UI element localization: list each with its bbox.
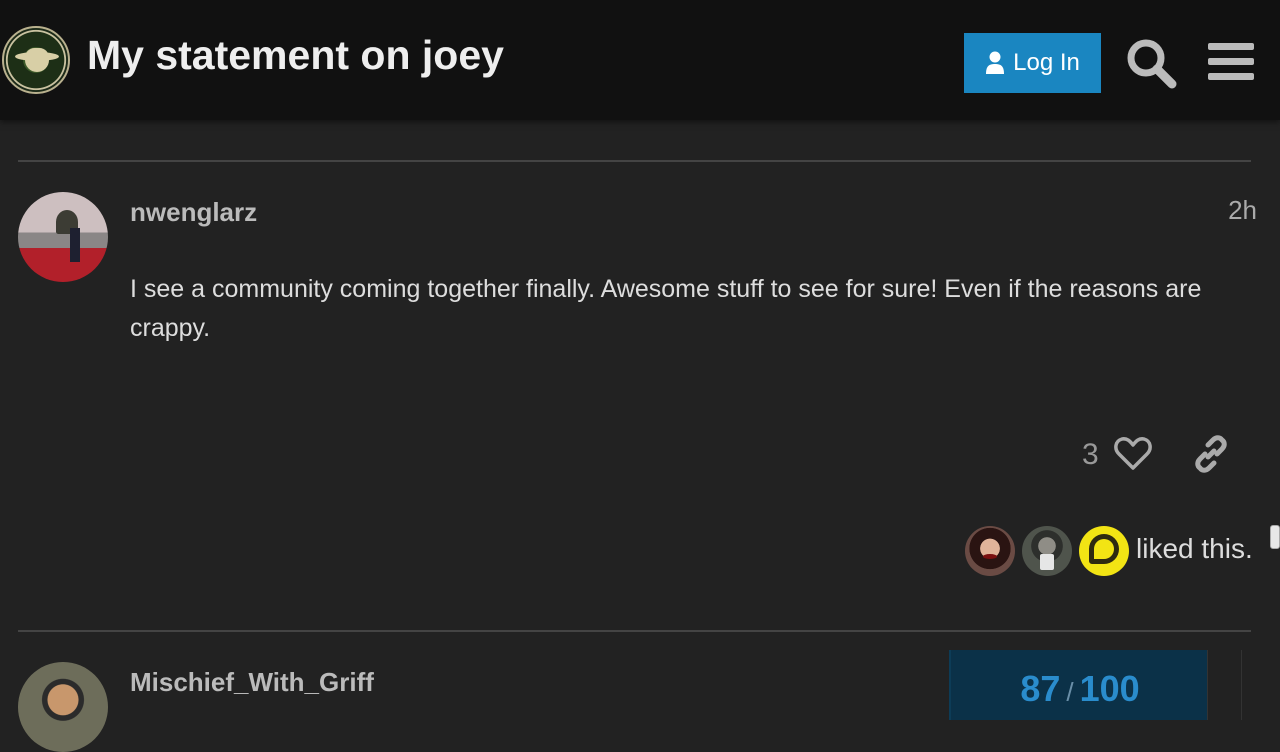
liker-avatar[interactable] [1079, 526, 1129, 576]
topic-title[interactable]: My statement on joey [87, 32, 504, 79]
topic-progress-timeline[interactable]: 87/100 [949, 650, 1207, 720]
scrollbar-handle[interactable] [1270, 525, 1280, 549]
post-timestamp[interactable]: 2h [1228, 195, 1257, 226]
link-icon [1195, 435, 1227, 473]
liker-avatar[interactable] [965, 526, 1015, 576]
timeline-track [1207, 650, 1242, 720]
search-button[interactable] [1125, 37, 1177, 89]
share-link-button[interactable] [1192, 435, 1230, 473]
user-icon [986, 51, 1005, 74]
eagle-emblem-icon [15, 48, 59, 72]
login-button[interactable]: Log In [964, 33, 1101, 93]
progress-separator: / [1066, 677, 1074, 707]
site-header: My statement on joey Log In [0, 0, 1280, 120]
post-username[interactable]: nwenglarz [130, 197, 257, 228]
avatar-mustache [983, 554, 997, 559]
like-count[interactable]: 3 [1082, 438, 1099, 472]
login-label: Log In [1013, 49, 1080, 76]
avatar-mug [1040, 554, 1054, 570]
post-body: I see a community coming together finall… [130, 275, 1202, 342]
avatar-mischief-with-griff[interactable] [18, 662, 108, 752]
hamburger-menu-button[interactable] [1208, 42, 1254, 82]
infowars-army-logo[interactable] [2, 26, 70, 94]
progress-current: 87 [1020, 668, 1061, 709]
post-username[interactable]: Mischief_With_Griff [130, 667, 374, 698]
avatar-nwenglarz[interactable] [18, 192, 108, 282]
gadsden-snake-icon [1089, 534, 1119, 564]
topic-progress-count: 87/100 [951, 668, 1209, 710]
avatar-figure [70, 228, 80, 262]
hamburger-icon [1208, 43, 1254, 80]
search-icon [1127, 39, 1177, 89]
like-button[interactable] [1114, 436, 1152, 472]
liked-this-label: liked this. [1136, 533, 1253, 564]
post-divider [18, 160, 1251, 162]
progress-total: 100 [1079, 668, 1140, 709]
heart-icon [1114, 437, 1152, 470]
post-divider [18, 630, 1251, 632]
liker-avatar[interactable] [1022, 526, 1072, 576]
